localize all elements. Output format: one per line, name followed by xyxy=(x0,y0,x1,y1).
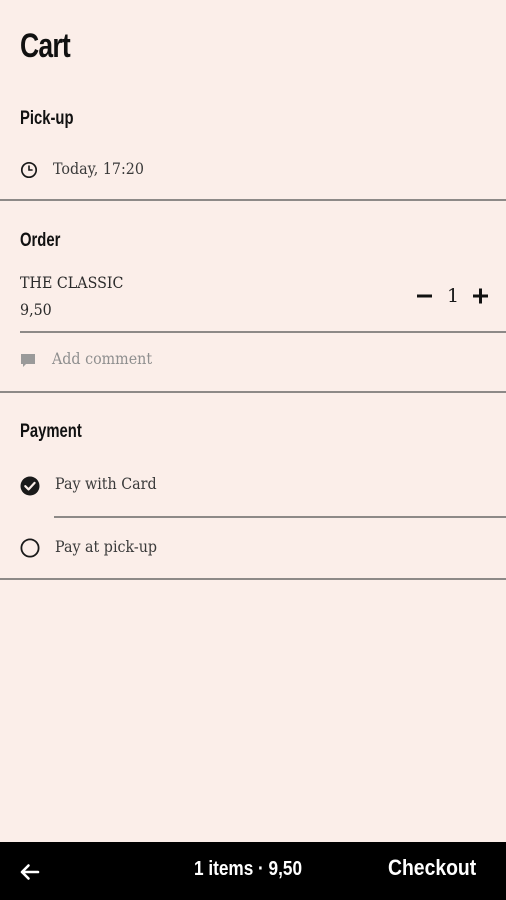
page-title: Cart xyxy=(20,27,71,65)
divider xyxy=(20,331,506,333)
add-comment-label: Add comment xyxy=(52,350,153,368)
minus-icon[interactable] xyxy=(414,282,436,310)
payment-option-label: Pay with Card xyxy=(55,475,157,493)
clock-icon xyxy=(20,161,38,179)
quantity-value: 1 xyxy=(446,285,460,307)
payment-option-label: Pay at pick-up xyxy=(55,538,158,556)
comment-icon xyxy=(21,354,35,367)
cart-summary: 1 items · 9,50 xyxy=(194,858,303,880)
arrow-left-icon[interactable] xyxy=(16,858,44,886)
pickup-heading: Pick-up xyxy=(20,108,74,129)
order-item-name: THE CLASSIC xyxy=(20,274,124,292)
plus-icon[interactable] xyxy=(470,282,492,310)
payment-heading: Payment xyxy=(20,421,82,442)
divider xyxy=(0,199,506,201)
check-circle-icon xyxy=(20,476,40,496)
checkout-button[interactable]: Checkout xyxy=(388,854,476,882)
order-heading: Order xyxy=(20,230,61,251)
quantity-stepper: 1 xyxy=(414,282,492,310)
pickup-time: Today, 17:20 xyxy=(53,160,144,178)
divider xyxy=(54,516,506,518)
divider xyxy=(0,578,506,580)
radio-empty-icon xyxy=(20,538,40,558)
divider xyxy=(0,391,506,393)
order-item-price: 9,50 xyxy=(20,301,52,319)
